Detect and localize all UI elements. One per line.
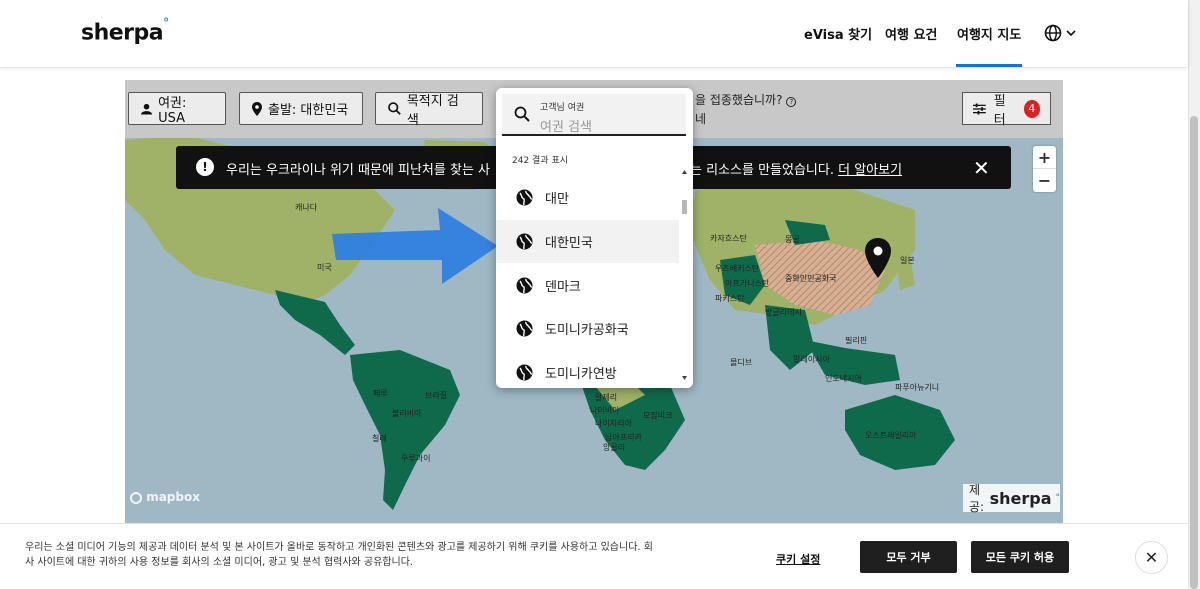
passport-option-label: 도미니카연방 [545,367,617,382]
map-label: 칠레 [372,434,387,443]
banner-close-icon[interactable]: ✕ [973,156,990,180]
passport-option[interactable]: 도미니카공화국 [496,307,679,350]
banner-learn-more-link[interactable]: 더 알아보기 [838,163,902,178]
provider-badge: 제공: sherpa ° [963,483,1060,514]
nav-travel-requirements[interactable]: 여행 요건 [885,24,937,43]
map-label: 방글라데시 [765,308,802,317]
globe-icon [1044,24,1062,42]
passport-chip-label: 여권: USA [158,95,187,126]
provider-logo: sherpa [989,488,1052,508]
passport-option-highlighted[interactable]: 대한민국 [496,220,679,263]
map-label: 중화인민공화국 [785,274,837,283]
zoom-in-button[interactable]: + [1033,146,1056,169]
map-label: 페루 [373,389,388,398]
page-scrollbar-thumb[interactable] [1190,116,1198,589]
zoom-controls: + − [1033,146,1056,192]
cookie-consent-bar: 우리는 소셜 미디어 기능의 제공과 데이터 분석 및 본 사이트가 올바로 동… [0,523,1188,589]
nav-destination-map[interactable]: 여행지 지도 [957,24,1021,43]
departure-chip[interactable]: 출발: 대한민국 [239,92,363,125]
passport-dropdown: 고객님 여권 여권 검색 242 결과 표시 대만 대한민국 덴마크 도미니카공… [496,88,693,388]
map-label: 몰디브 [730,358,753,367]
map-label: 카자흐스탄 [710,234,747,243]
filter-button-label: 필터 [993,93,1006,128]
passport-search-input[interactable]: 고객님 여권 여권 검색 [502,94,686,136]
map-label: 모잠비크 [643,411,673,420]
passport-chip[interactable]: 여권: USA [128,92,226,126]
map-label: 말레이시아 [793,355,830,364]
nav-evisa[interactable]: eVisa 찾기 [804,24,872,43]
location-pin-small-icon [252,101,262,116]
cookie-text: 우리는 소셜 미디어 기능의 제공과 데이터 분석 및 본 사이트가 올바로 동… [25,542,653,568]
top-navigation: sherpa° eVisa 찾기 여행 요건 여행지 지도 [0,0,1188,68]
arrow-annotation-icon [332,208,498,284]
alert-icon: ! [196,158,214,176]
location-pin-icon[interactable] [865,238,891,278]
search-icon [388,102,401,115]
accept-all-cookies-button[interactable]: 모든 쿠키 허용 [971,541,1069,573]
map-label: 아프가니스탄 [725,279,770,288]
globe-icon [516,189,533,206]
passport-option[interactable]: 덴마크 [496,264,679,307]
map-label: 나미비아 [590,406,620,415]
filter-count-badge: 4 [1023,99,1040,118]
passport-option[interactable]: 도미니카연방 [496,351,679,388]
passport-search-placeholder: 여권 검색 [540,120,592,135]
dropdown-scrollbar[interactable] [680,168,689,384]
filter-button[interactable]: 필터 4 [962,92,1051,128]
map-label: 몽골 [785,235,800,244]
nav-active-indicator [956,64,1022,67]
reject-all-button[interactable]: 모두 거부 [860,541,957,573]
map-label: 남아프리카 [605,433,642,442]
cookie-settings-link[interactable]: 쿠키 설정 [776,551,820,567]
map-label: 인도네시아 [825,374,862,383]
search-icon [514,106,530,122]
destination-search-chip[interactable]: 목적지 검색 [375,92,483,128]
passport-option-label: 대만 [545,192,569,207]
map-label: 나이지리아 [595,419,632,428]
passport-option[interactable]: 대만 [496,176,679,219]
vaccination-question: 을 접종했습니까? ? [695,91,797,108]
zoom-out-button[interactable]: − [1033,169,1056,192]
sliders-icon [973,103,986,114]
passport-option-label: 대한민국 [545,236,593,251]
vaccination-answer[interactable]: 네 [695,110,706,127]
map-label: 브라질 [425,391,448,400]
destination-search-label: 목적지 검색 [406,93,459,128]
map-label: 캐나다 [295,203,318,212]
passport-option-label: 덴마크 [545,280,581,295]
globe-icon [516,320,533,337]
chevron-down-icon [1066,30,1076,37]
map-label: 필리핀 [845,336,868,345]
sherpa-logo[interactable]: sherpa° [81,16,169,45]
globe-icon [516,364,533,381]
map-label: 우즈베키스탄 [715,264,760,273]
map-label: 일본 [900,256,915,265]
map-label: 파푸아뉴기니 [895,383,940,392]
map-label: 볼리비아 [392,409,422,418]
map-label: 오스트레일리아 [865,431,917,440]
map-label: 우루과이 [401,454,431,463]
passport-search-label: 고객님 여권 [540,103,585,113]
map-label: 앙골라 [603,443,626,452]
person-icon [141,103,153,115]
result-count: 242 결과 표시 [512,156,569,166]
mapbox-logo[interactable]: mapbox [130,490,200,504]
map-label: 알제리 [595,393,618,402]
departure-chip-label: 출발: 대한민국 [268,103,349,118]
globe-icon [516,277,533,294]
help-icon[interactable]: ? [786,97,797,107]
close-icon[interactable]: ✕ [1135,541,1168,574]
map-label: 파키스탄 [715,294,745,303]
passport-option-label: 도미니카공화국 [545,323,629,338]
language-selector[interactable] [1044,24,1076,42]
globe-icon [516,233,533,250]
